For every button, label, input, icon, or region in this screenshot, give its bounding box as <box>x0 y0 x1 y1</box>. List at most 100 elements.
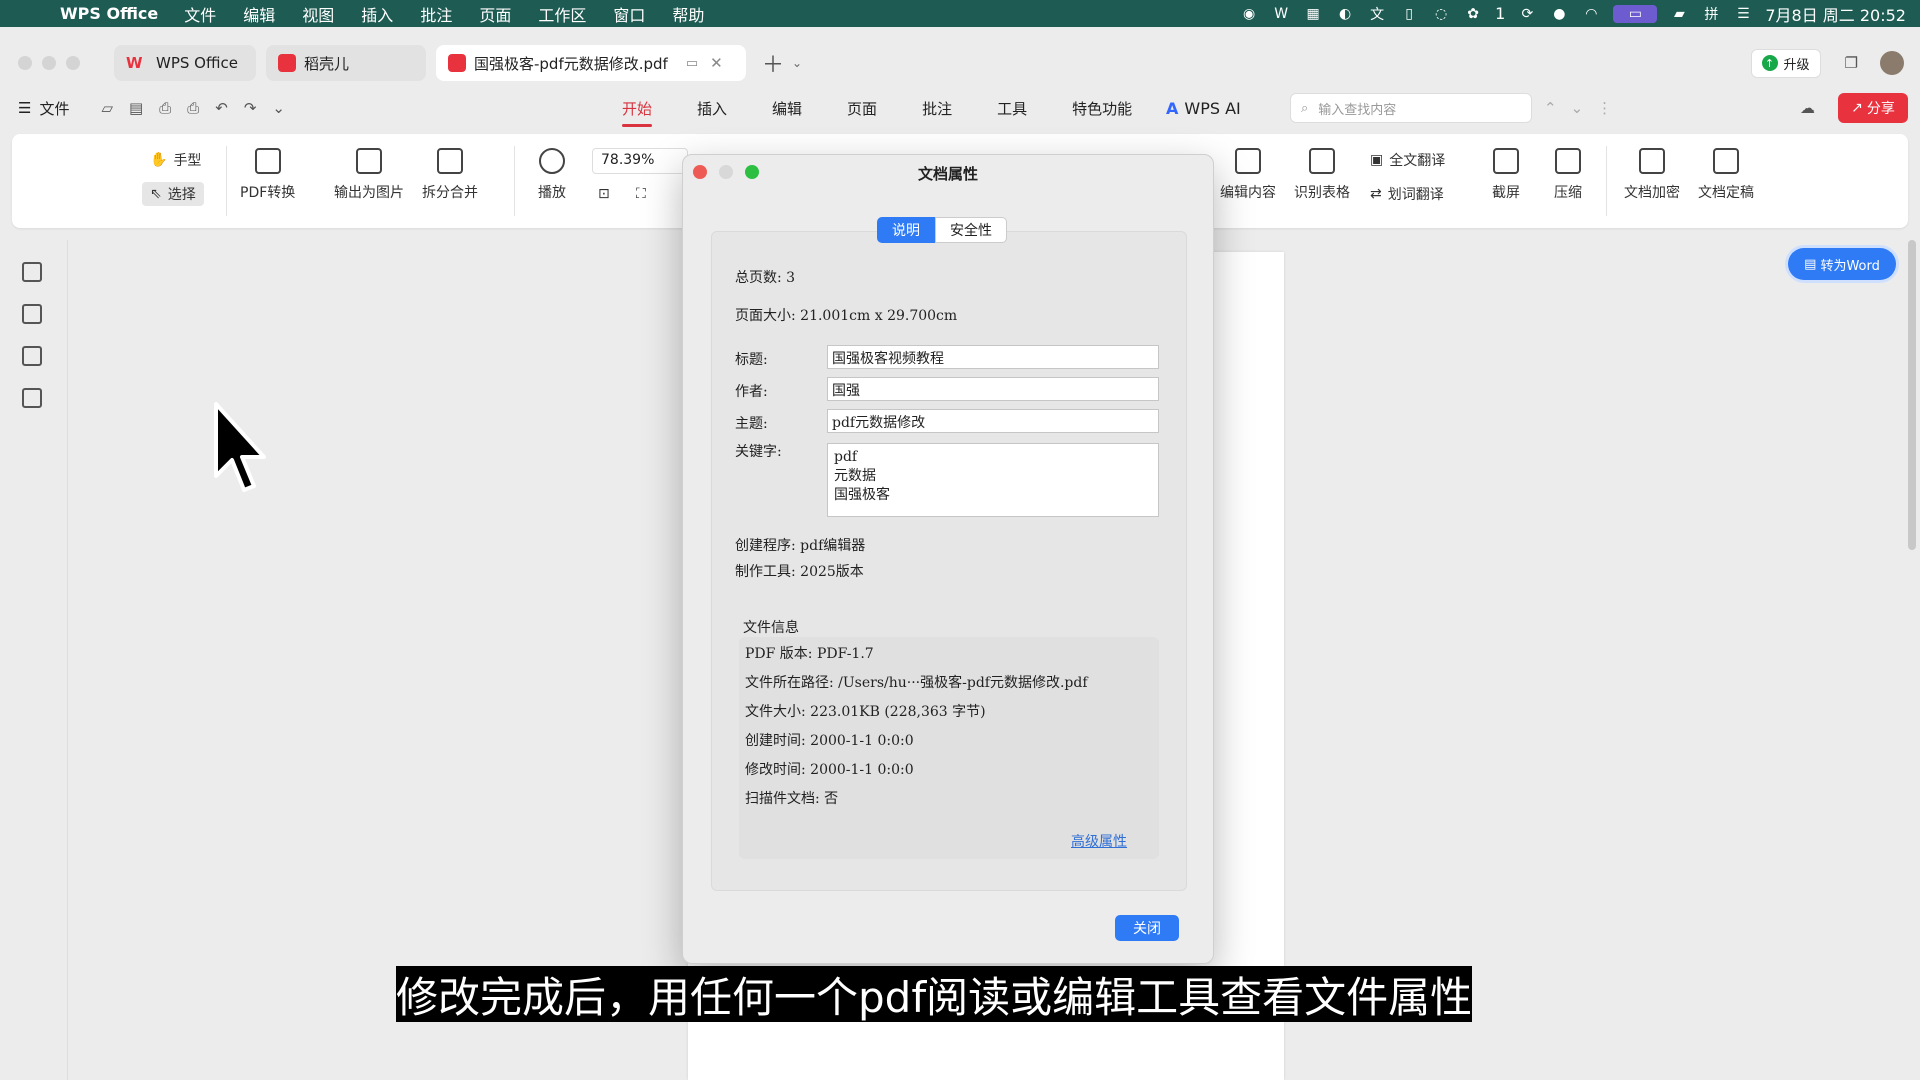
more-chevron-icon[interactable]: ⌄ <box>272 99 285 117</box>
actual-size-icon[interactable]: ⊡ <box>598 186 610 202</box>
encrypt-button[interactable]: 文档加密 <box>1624 148 1680 202</box>
split-merge-button[interactable]: 拆分合并 <box>422 148 478 202</box>
tab-page[interactable]: 页面 <box>847 98 877 119</box>
print-icon[interactable]: ⎙ <box>159 99 171 117</box>
thumbnail-icon[interactable] <box>22 304 42 324</box>
recognize-table-button[interactable]: 识别表格 <box>1294 148 1350 202</box>
menu-page[interactable]: 页面 <box>479 2 511 26</box>
share-button[interactable]: ↗ 分享 <box>1838 93 1908 123</box>
save-icon[interactable]: ▤ <box>129 99 143 117</box>
battery-icon[interactable]: ▰ <box>1669 5 1689 23</box>
menu-insert[interactable]: 插入 <box>361 2 393 26</box>
user-icon[interactable]: ● <box>1549 5 1569 23</box>
minimize-window-button[interactable] <box>42 56 56 70</box>
tab-wps-office[interactable]: W WPS Office <box>114 45 256 81</box>
page-size: 页面大小: 21.001cm x 29.700cm <box>735 308 958 324</box>
dialog-close-dot[interactable] <box>693 165 707 179</box>
input-method-icon[interactable]: 文 <box>1367 5 1387 23</box>
window-mode-icon[interactable]: ❐ <box>1845 54 1858 72</box>
input-source-icon[interactable]: 拼 <box>1701 5 1721 23</box>
avatar[interactable] <box>1880 51 1904 75</box>
upgrade-button[interactable]: ↑ 升级 <box>1750 48 1821 78</box>
app-name-menu[interactable]: WPS Office <box>60 4 158 23</box>
dialog-minimize-dot[interactable] <box>719 165 733 179</box>
edit-content-button[interactable]: 编辑内容 <box>1220 148 1276 202</box>
wechat-icon[interactable]: ✿ <box>1463 5 1483 23</box>
to-word-button[interactable]: ▤ 转为Word <box>1788 248 1896 280</box>
dialog-zoom-dot[interactable] <box>745 165 759 179</box>
tab-tools[interactable]: 工具 <box>997 98 1027 119</box>
float-window-icon[interactable]: ▭ <box>686 56 698 71</box>
word-translate-button[interactable]: ⇄ 划词翻译 <box>1370 184 1444 204</box>
record-icon[interactable]: ◉ <box>1239 5 1259 23</box>
play-button[interactable]: 播放 <box>538 148 566 202</box>
datetime[interactable]: 7月8日 周二 20:52 <box>1765 2 1906 26</box>
tab-daoke[interactable]: 稻壳儿 <box>266 45 426 81</box>
attachment-icon[interactable] <box>22 388 42 408</box>
title-field[interactable]: 国强极客视频教程 <box>827 345 1159 369</box>
chevron-up-icon[interactable]: ⌃ <box>1544 99 1557 117</box>
new-tab-button[interactable]: ＋ <box>762 47 784 79</box>
print-preview-icon[interactable]: ⎙ <box>187 99 199 117</box>
search-input[interactable]: ⌕ 输入查找内容 <box>1290 93 1532 123</box>
full-translate-button[interactable]: ▣ 全文翻译 <box>1370 150 1445 170</box>
tab-security[interactable]: 安全性 <box>935 217 1007 243</box>
select-tool-button[interactable]: ⇖ 选择 <box>142 182 204 206</box>
zoom-input[interactable]: 78.39% <box>592 148 688 174</box>
control-center-icon[interactable]: ☰ <box>1733 5 1753 23</box>
bookmark-icon[interactable] <box>22 262 42 282</box>
chat-icon[interactable]: ◌ <box>1431 5 1451 23</box>
tab-pdf-document[interactable]: 国强极客-pdf元数据修改.pdf ▭ ✕ <box>436 45 746 81</box>
tab-description[interactable]: 说明 <box>877 217 935 243</box>
tab-features[interactable]: 特色功能 <box>1072 98 1132 119</box>
keywords-field[interactable]: pdf 元数据 国强极客 <box>827 443 1159 517</box>
menu-window[interactable]: 窗口 <box>613 2 645 26</box>
close-window-button[interactable] <box>18 56 32 70</box>
hand-tool-button[interactable]: ✋ 手型 <box>150 150 201 170</box>
menu-view[interactable]: 视图 <box>302 2 334 26</box>
undo-icon[interactable]: ↶ <box>215 99 228 117</box>
open-folder-icon[interactable]: ▱ <box>101 99 113 117</box>
pdf-convert-button[interactable]: PDF转换 <box>240 148 295 202</box>
globe-icon[interactable]: ◐ <box>1335 5 1355 23</box>
finalize-button[interactable]: 文档定稿 <box>1698 148 1754 202</box>
sync-icon[interactable]: ⟳ <box>1517 5 1537 23</box>
compress-button[interactable]: 压缩 <box>1554 148 1582 202</box>
mouse-icon[interactable]: ▯ <box>1399 5 1419 23</box>
zoom-window-button[interactable] <box>66 56 80 70</box>
chevron-down-icon[interactable]: ⌄ <box>792 56 802 70</box>
more-icon[interactable]: ⋮ <box>1597 99 1612 117</box>
tab-insert[interactable]: 插入 <box>697 98 727 119</box>
tab-edit[interactable]: 编辑 <box>772 98 802 119</box>
menu-workspace[interactable]: 工作区 <box>538 2 586 26</box>
export-image-button[interactable]: 输出为图片 <box>334 148 404 202</box>
screenshot-button[interactable]: 截屏 <box>1492 148 1520 202</box>
tab-start[interactable]: 开始 <box>622 98 653 127</box>
menu-file[interactable]: 文件 <box>184 2 216 26</box>
chart-status-icon[interactable]: ▦ <box>1303 5 1323 23</box>
wifi-icon[interactable]: ◠ <box>1581 5 1601 23</box>
search-nav: ⌃ ⌄ ⋮ <box>1544 99 1612 117</box>
wps-status-icon[interactable]: W <box>1271 5 1291 23</box>
redo-icon[interactable]: ↷ <box>244 99 257 117</box>
advanced-properties-link[interactable]: 高级属性 <box>1071 831 1127 851</box>
menu-edit[interactable]: 编辑 <box>243 2 275 26</box>
close-tab-icon[interactable]: ✕ <box>710 54 723 72</box>
author-field[interactable]: 国强 <box>827 377 1159 401</box>
file-menu-button[interactable]: ☰ 文件 <box>18 98 69 119</box>
chevron-down-icon[interactable]: ⌄ <box>1571 99 1584 117</box>
tab-comment[interactable]: 批注 <box>922 98 952 119</box>
close-button[interactable]: 关闭 <box>1115 915 1179 941</box>
file-info-box: PDF 版本: PDF-1.7 文件所在路径: /Users/hu···强极客-… <box>739 637 1159 859</box>
menu-comment[interactable]: 批注 <box>420 2 452 26</box>
subject-field[interactable]: pdf元数据修改 <box>827 409 1159 433</box>
keyword-item: 元数据 <box>834 468 876 484</box>
menu-help[interactable]: 帮助 <box>672 2 704 26</box>
wps-ai-button[interactable]: A WPS AI <box>1166 99 1241 118</box>
comment-icon[interactable] <box>22 346 42 366</box>
fit-page-icon[interactable]: ⛶ <box>636 186 646 202</box>
screen-mirror-icon[interactable]: ▭ <box>1613 4 1658 23</box>
cloud-upload-icon[interactable]: ☁ <box>1800 99 1815 117</box>
title-label: 标题: <box>735 352 768 368</box>
scrollbar[interactable] <box>1908 240 1916 550</box>
